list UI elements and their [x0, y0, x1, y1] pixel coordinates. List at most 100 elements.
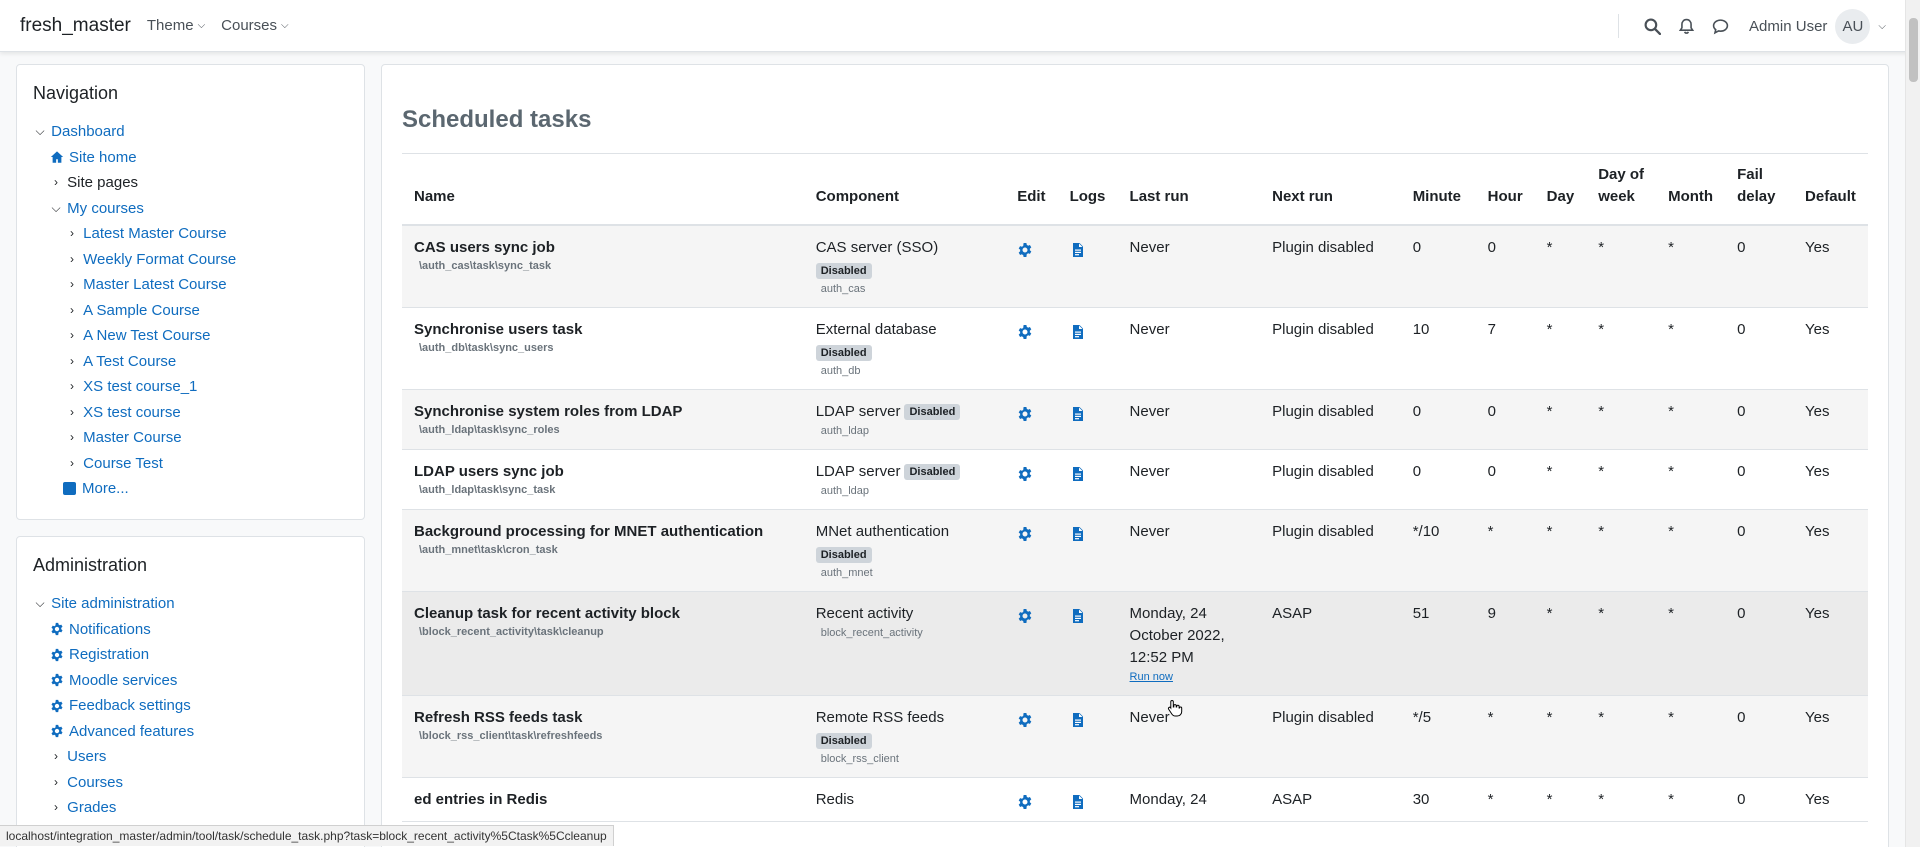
chat-icon[interactable]	[1703, 9, 1737, 43]
run-now-link[interactable]: Run now	[1130, 669, 1249, 685]
chevron-right-icon[interactable]: ›	[65, 349, 79, 375]
nav-course-item[interactable]: › XS test course	[33, 400, 236, 426]
nav-course-link[interactable]: XS test course	[83, 400, 181, 426]
file-icon[interactable]	[1070, 466, 1086, 482]
search-icon[interactable]	[1635, 9, 1669, 43]
chevron-right-icon[interactable]: ›	[65, 272, 79, 298]
file-icon[interactable]	[1070, 608, 1086, 624]
admin-sub-link[interactable]: Courses	[67, 770, 123, 796]
gear-icon[interactable]	[1017, 466, 1033, 482]
nav-course-item[interactable]: › Latest Master Course	[33, 221, 236, 247]
nav-course-link[interactable]: Weekly Format Course	[83, 247, 236, 273]
nav-site-home-link[interactable]: Site home	[69, 145, 137, 171]
gear-icon[interactable]	[1017, 608, 1033, 624]
nav-course-item[interactable]: › A New Test Course	[33, 323, 236, 349]
chevron-right-icon[interactable]: ›	[65, 247, 79, 273]
nav-course-link[interactable]: XS test course_1	[83, 374, 197, 400]
admin-item[interactable]: Moodle services	[33, 668, 194, 694]
chevron-right-icon[interactable]: ›	[65, 374, 79, 400]
nav-more-link[interactable]: More...	[82, 476, 129, 502]
admin-item[interactable]: Notifications	[33, 617, 194, 643]
nav-my-courses-link[interactable]: My courses	[67, 196, 144, 222]
admin-item-link[interactable]: Feedback settings	[69, 693, 191, 719]
chevron-down-icon[interactable]: ⌵	[33, 119, 47, 145]
vertical-scrollbar[interactable]	[1905, 0, 1920, 847]
chevron-right-icon[interactable]: ›	[49, 170, 63, 196]
nav-course-item[interactable]: › A Sample Course	[33, 298, 236, 324]
nav-course-link[interactable]: Master Course	[83, 425, 181, 451]
nav-more[interactable]: More...	[33, 476, 236, 502]
scrollbar-thumb[interactable]	[1909, 18, 1918, 82]
chevron-right-icon[interactable]: ›	[65, 400, 79, 426]
admin-item-link[interactable]: Registration	[69, 642, 149, 668]
file-icon[interactable]	[1070, 526, 1086, 542]
chevron-right-icon[interactable]: ›	[65, 323, 79, 349]
gear-icon[interactable]	[1017, 324, 1033, 340]
chevron-right-icon[interactable]: ›	[65, 451, 79, 477]
admin-sub-link[interactable]: Users	[67, 744, 106, 770]
nav-site-pages[interactable]: › Site pages	[33, 170, 236, 196]
chevron-down-icon[interactable]: ⌵	[33, 591, 47, 617]
admin-sub-item[interactable]: › Grades	[33, 795, 194, 821]
chevron-right-icon[interactable]: ›	[65, 221, 79, 247]
chevron-right-icon[interactable]: ›	[65, 298, 79, 324]
avatar[interactable]: AU	[1835, 8, 1871, 44]
nav-course-item[interactable]: › Course Test	[33, 451, 236, 477]
chevron-right-icon[interactable]: ›	[49, 744, 63, 770]
file-icon[interactable]	[1070, 242, 1086, 258]
component-name: External database	[815, 321, 937, 338]
gear-icon[interactable]	[1017, 242, 1033, 258]
task-name: Refresh RSS feeds task	[414, 709, 583, 726]
nav-course-link[interactable]: Master Latest Course	[83, 272, 226, 298]
nav-course-link[interactable]: Latest Master Course	[83, 221, 226, 247]
admin-item[interactable]: Advanced features	[33, 719, 194, 745]
minute-cell: 0	[1400, 389, 1476, 450]
admin-site-administration[interactable]: ⌵ Site administration	[33, 591, 194, 617]
theme-menu[interactable]: Theme ⌵	[147, 17, 205, 34]
chevron-down-icon[interactable]: ⌵	[49, 196, 63, 222]
gear-icon[interactable]	[1017, 794, 1033, 810]
nav-course-item[interactable]: › XS test course_1	[33, 374, 236, 400]
bell-icon[interactable]	[1669, 9, 1703, 43]
nav-dashboard[interactable]: ⌵ Dashboard	[33, 119, 236, 145]
chevron-down-icon[interactable]: ⌵	[1878, 21, 1886, 32]
nav-course-item[interactable]: › Master Latest Course	[33, 272, 236, 298]
file-icon[interactable]	[1070, 406, 1086, 422]
nav-course-item[interactable]: › A Test Course	[33, 349, 236, 375]
admin-sub-item[interactable]: › Courses	[33, 770, 194, 796]
chevron-right-icon[interactable]: ›	[49, 795, 63, 821]
admin-item[interactable]: Registration	[33, 642, 194, 668]
minute-cell: 10	[1400, 307, 1476, 390]
admin-item-link[interactable]: Moodle services	[69, 668, 177, 694]
nav-site-home[interactable]: Site home	[33, 145, 236, 171]
logs-cell	[1057, 591, 1118, 696]
file-icon[interactable]	[1070, 712, 1086, 728]
chevron-right-icon[interactable]: ›	[65, 425, 79, 451]
nav-course-link[interactable]: A New Test Course	[83, 323, 210, 349]
admin-sub-link[interactable]: Grades	[67, 795, 116, 821]
file-icon[interactable]	[1070, 794, 1086, 810]
nav-course-item[interactable]: › Master Course	[33, 425, 236, 451]
courses-menu[interactable]: Courses ⌵	[221, 17, 288, 34]
admin-item-link[interactable]: Notifications	[69, 617, 151, 643]
nav-dashboard-link[interactable]: Dashboard	[51, 119, 124, 145]
chevron-right-icon[interactable]: ›	[49, 770, 63, 796]
nav-course-link[interactable]: A Test Course	[83, 349, 176, 375]
gear-icon[interactable]	[1017, 712, 1033, 728]
user-name[interactable]: Admin User	[1749, 18, 1827, 35]
nav-course-link[interactable]: A Sample Course	[83, 298, 200, 324]
file-icon[interactable]	[1070, 324, 1086, 340]
admin-site-administration-link[interactable]: Site administration	[51, 591, 174, 617]
admin-sub-item[interactable]: › Users	[33, 744, 194, 770]
nav-course-item[interactable]: › Weekly Format Course	[33, 247, 236, 273]
last-run-value: Never	[1129, 239, 1170, 256]
site-brand[interactable]: fresh_master	[20, 15, 131, 37]
nav-my-courses[interactable]: ⌵ My courses	[33, 196, 236, 222]
gear-icon[interactable]	[1017, 526, 1033, 542]
next-run-cell: Plugin disabled	[1260, 225, 1401, 308]
next-run-cell: Plugin disabled	[1260, 695, 1401, 778]
admin-item-link[interactable]: Advanced features	[69, 719, 194, 745]
admin-item[interactable]: Feedback settings	[33, 693, 194, 719]
gear-icon[interactable]	[1017, 406, 1033, 422]
nav-course-link[interactable]: Course Test	[83, 451, 163, 477]
